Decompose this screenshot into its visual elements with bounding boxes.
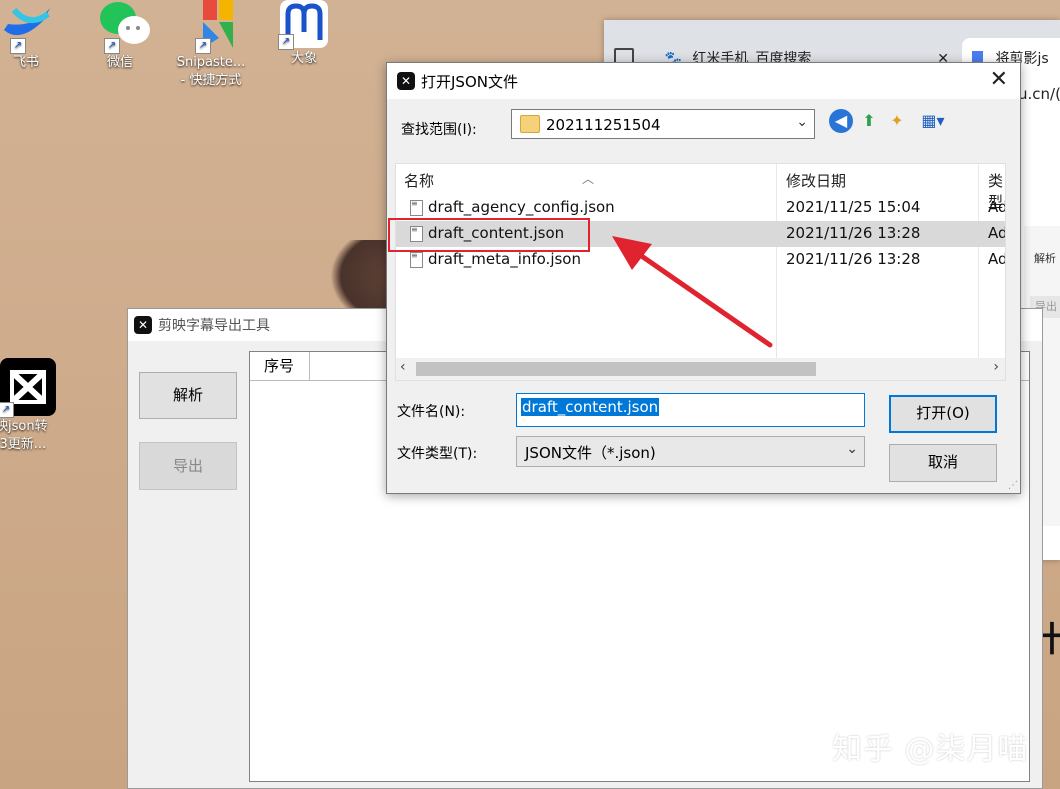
file-date: 2021/11/26 13:28 (786, 250, 921, 268)
file-list-header: ︿ 名称 修改日期 类型 (396, 164, 1005, 211)
parse-link[interactable]: 解析 (1034, 250, 1056, 266)
column-name[interactable]: 名称 (404, 170, 434, 191)
sort-caret-icon: ︿ (582, 172, 595, 186)
window-title: 剪映字幕导出工具 (158, 318, 270, 334)
parse-button[interactable]: 解析 (139, 372, 237, 419)
horizontal-scrollbar[interactable]: ‹ › (396, 358, 1005, 380)
lookin-combo[interactable]: 202111251504 ⌄ (511, 109, 815, 139)
annotation-arrow-icon (612, 236, 773, 348)
dialog-titlebar: ✕ 打开JSON文件 ✕ (387, 63, 1020, 99)
view-menu-icon[interactable]: ▦▾ (915, 109, 951, 133)
filename-value: draft_content.json (521, 398, 660, 416)
resize-grip-icon[interactable]: ⋰ (1008, 480, 1018, 491)
address-bar-fragment[interactable]: u.cn/( (1018, 85, 1060, 103)
desktop-icon-label: 大象 (290, 51, 317, 66)
capcut-app-icon: ✕ (397, 72, 415, 90)
desktop-icon-label: - 快捷方式 (180, 73, 242, 88)
desktop-icon-label: 剪映json转 (0, 419, 48, 434)
file-date: 2021/11/25 15:04 (786, 198, 921, 216)
desktop-icon-label: 飞书 (12, 55, 39, 70)
filetype-label: 文件类型(T): (397, 446, 478, 462)
export-button[interactable]: 导出 (139, 442, 237, 490)
scrollbar-thumb[interactable] (416, 362, 816, 376)
file-name: draft_meta_info.json (428, 250, 581, 268)
desktop-icon-daxiang[interactable]: ↗ 大象 (264, 0, 344, 68)
file-icon: ≡ (410, 252, 423, 268)
capcut-icon: ↗ (0, 358, 56, 418)
file-type: Ad (988, 250, 1006, 268)
chevron-down-icon: ⌄ (796, 114, 808, 130)
file-date: 2021/11/26 13:28 (786, 224, 921, 242)
feishu-bird-icon: ↗ (0, 0, 52, 54)
chevron-down-icon: ⌄ (846, 441, 858, 457)
wechat-icon: ↗ (94, 0, 150, 54)
desktop-icon-label: (3.3更新... (0, 437, 47, 452)
folder-icon (520, 115, 540, 133)
open-button[interactable]: 打开(O) (889, 395, 997, 433)
snipaste-icon: ↗ (185, 0, 237, 54)
close-icon[interactable]: ✕ (990, 67, 1008, 92)
lookin-value: 202111251504 (546, 116, 661, 134)
desktop-icon-wechat[interactable]: ↗ 微信 (80, 0, 160, 72)
grid-column-index[interactable]: 序号 (250, 352, 310, 380)
file-name: draft_agency_config.json (428, 198, 615, 216)
dialog-title: 打开JSON文件 (421, 72, 518, 91)
file-type: Ad (988, 224, 1006, 242)
new-folder-icon[interactable]: ✦ (885, 109, 909, 133)
desktop-icon-label: 微信 (106, 55, 133, 70)
desktop-icon-label: Snipaste... (176, 55, 246, 70)
scroll-left-icon[interactable]: ‹ (400, 359, 406, 375)
watermark: 知乎 @柒月喵 (832, 732, 1029, 767)
up-folder-icon[interactable]: ⬆ (857, 109, 881, 133)
cancel-button[interactable]: 取消 (889, 444, 997, 482)
column-date[interactable]: 修改日期 (786, 170, 846, 191)
desktop-icon-feishu[interactable]: ↗ 飞书 (0, 0, 66, 72)
desktop-background: ↗ 飞书 ↗ 微信 ↗ Snipaste... - 快捷方式 ↗ 大象 ↗ 剪映… (0, 0, 1060, 789)
capcut-app-icon: ✕ (134, 316, 152, 334)
filename-label: 文件名(N): (397, 404, 466, 420)
filetype-select[interactable]: JSON文件（*.json) ⌄ (516, 436, 865, 467)
desktop-icon-snipaste[interactable]: ↗ Snipaste... - 快捷方式 (171, 0, 251, 90)
desktop-icon-capcut-json[interactable]: ↗ 剪映json转 (3.3更新... (0, 358, 82, 454)
daxiang-icon: ↗ (278, 0, 328, 50)
back-icon[interactable]: ◀ (829, 109, 853, 133)
scroll-right-icon[interactable]: › (993, 359, 999, 375)
file-icon: ≡ (410, 200, 423, 216)
lookin-label: 查找范围(I): (401, 122, 477, 138)
file-type: Ad (988, 198, 1006, 216)
filename-input[interactable]: draft_content.json (516, 393, 865, 427)
filetype-value: JSON文件（*.json) (525, 444, 656, 462)
annotation-highlight-box (388, 218, 590, 252)
